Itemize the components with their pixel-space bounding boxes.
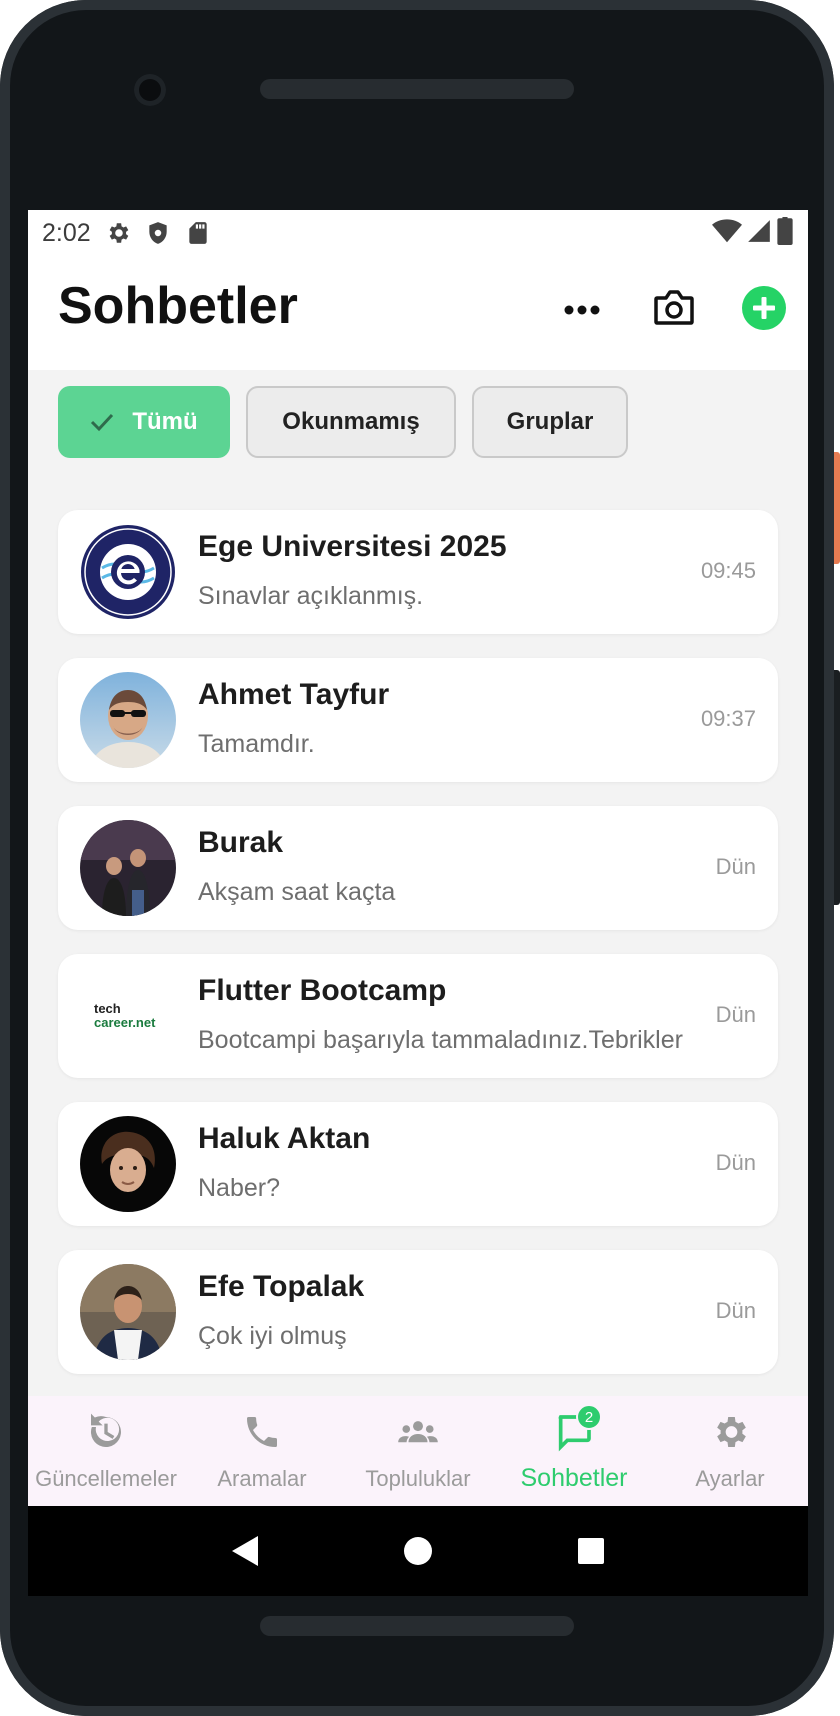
bottom-navigation: Güncellemeler Aramalar Topluluklar 2 Soh… [28,1396,808,1506]
chat-time: Dün [715,1298,756,1323]
avatar [80,820,176,916]
chat-name: Ahmet Tayfur [198,678,390,711]
chat-item[interactable]: Ege Universitesi 2025 Sınavlar açıklanmı… [58,510,778,634]
recents-button[interactable] [571,1531,611,1571]
front-camera [134,74,166,106]
techcareer-logo-text: tech [94,1001,121,1016]
chat-last-message: Sınavlar açıklanmış. [198,582,424,610]
chat-last-message: Tamamdır. [198,730,315,758]
sd-card-status-icon [185,220,211,246]
person-photo [80,1116,176,1212]
unread-badge: 2 [576,1404,602,1430]
chat-last-message: Akşam saat kaçta [198,878,396,906]
chat-name: Burak [198,826,284,859]
avatar: tech career.net [80,968,176,1064]
nav-item-calls[interactable]: Aramalar [184,1396,340,1506]
nav-item-updates[interactable]: Güncellemeler [28,1396,184,1506]
filter-chip-label: Gruplar [506,408,594,435]
chat-last-message: Bootcampi başarıyla tammaladınız.Tebrikl… [198,1026,683,1054]
cell-signal-icon [746,218,772,249]
filter-chip-groups[interactable]: Gruplar [472,386,628,458]
app-bar: Sohbetler [28,256,808,370]
chat-item[interactable]: tech career.net Flutter Bootcamp Bootcam… [58,954,778,1078]
nav-item-chats[interactable]: 2 Sohbetler [496,1396,652,1506]
person-photo [80,820,176,916]
chat-icon: 2 [552,1404,602,1454]
chat-time: Dün [715,854,756,879]
settings-status-icon [105,220,131,246]
status-right-icons [712,216,794,250]
more-options-button[interactable] [556,284,608,336]
chat-list: Ege Universitesi 2025 Sınavlar açıklanmı… [58,510,778,1398]
back-button[interactable] [225,1531,265,1571]
status-bar: 2:02 [28,210,808,256]
side-button [834,452,840,564]
chat-last-message: Naber? [198,1174,280,1202]
chat-item[interactable]: Efe Topalak Çok iyi olmuş Dün [58,1250,778,1374]
filter-chip-label: Tümü [132,408,198,435]
filter-chip-label: Okunmamış [282,408,420,435]
chat-name: Haluk Aktan [198,1122,371,1155]
nav-label: Topluluklar [365,1466,471,1491]
chat-name: Ege Universitesi 2025 [198,530,507,563]
person-photo [80,672,176,768]
camera-icon [654,290,694,325]
status-time: 2:02 [42,218,91,247]
techcareer-logo-text: career.net [94,1015,156,1030]
chat-time: 09:45 [700,558,756,583]
nav-item-settings[interactable]: Ayarlar [652,1396,808,1506]
new-chat-button[interactable] [740,284,788,332]
nav-item-communities[interactable]: Topluluklar [340,1396,496,1506]
chat-time: Dün [715,1002,756,1027]
person-photo [80,1264,176,1360]
avatar [80,672,176,768]
filter-chips: Tümü Okunmamış Gruplar [58,386,628,458]
home-circle-icon [403,1537,432,1565]
chat-item[interactable]: Ahmet Tayfur Tamamdır. 09:37 [58,658,778,782]
back-triangle-icon [231,1536,258,1566]
chat-time: 09:37 [700,706,756,731]
chat-name: Flutter Bootcamp [198,974,447,1007]
nav-label: Güncellemeler [35,1466,177,1491]
nav-label: Ayarlar [695,1466,765,1491]
filter-chip-unread[interactable]: Okunmamış [246,386,456,458]
home-button[interactable] [398,1531,438,1571]
avatar [80,1264,176,1360]
updates-icon [84,1410,128,1454]
system-navigation-bar [28,1506,808,1596]
recents-square-icon [578,1538,605,1564]
phone-frame: 2:02 Sohbetler Tümü Okunmamış Gruplar Eg… [0,0,834,1716]
gear-icon [708,1410,752,1454]
camera-button[interactable] [648,282,700,334]
chat-item[interactable]: Haluk Aktan Naber? Dün [58,1102,778,1226]
nav-label: Sohbetler [520,1464,628,1492]
wifi-icon [712,218,742,249]
page-title: Sohbetler [58,277,298,335]
phone-icon [240,1410,284,1454]
add-circle-icon [742,286,786,330]
avatar [80,524,176,620]
chat-item[interactable]: Burak Akşam saat kaçta Dün [58,806,778,930]
battery-icon [776,216,794,250]
chat-name: Efe Topalak [198,1270,365,1303]
side-button [834,670,840,905]
chat-last-message: Çok iyi olmuş [198,1322,347,1350]
shield-status-icon [145,220,171,246]
communities-icon [396,1410,440,1454]
screen: 2:02 Sohbetler Tümü Okunmamış Gruplar Eg… [28,210,808,1596]
earpiece-speaker [260,79,574,99]
nav-label: Aramalar [217,1466,307,1491]
avatar [80,1116,176,1212]
ege-university-logo [81,525,175,619]
more-horizontal-icon [564,305,600,315]
filter-chip-all[interactable]: Tümü [58,386,230,458]
chat-time: Dün [715,1150,756,1175]
check-icon [90,412,114,432]
bottom-speaker [260,1616,574,1636]
